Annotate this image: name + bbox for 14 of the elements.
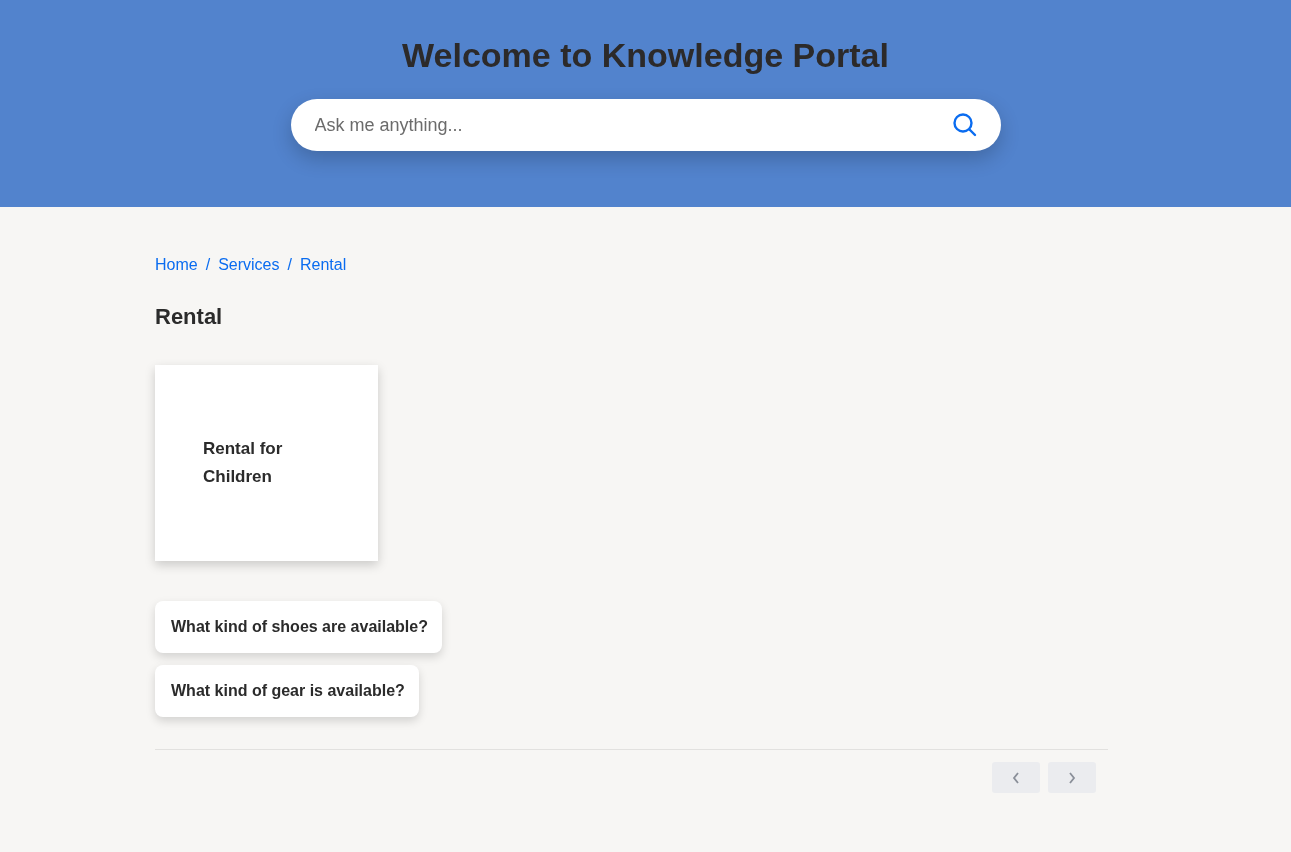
search-icon[interactable]	[951, 112, 978, 138]
breadcrumb-separator: /	[287, 255, 292, 275]
question-button[interactable]: What kind of shoes are available?	[155, 601, 442, 653]
search-field[interactable]: Ask me anything...	[290, 99, 1001, 151]
page-title: Welcome to Knowledge Portal	[402, 35, 889, 76]
breadcrumb-link[interactable]: Services	[218, 255, 280, 275]
chevron-right-icon	[1068, 771, 1076, 784]
breadcrumb-link[interactable]: Rental	[299, 255, 347, 275]
breadcrumb-separator: /	[205, 255, 211, 275]
breadcrumb-link[interactable]: Home	[155, 255, 198, 275]
question-button[interactable]: What kind of gear is available?	[155, 665, 419, 717]
section-heading: Rental	[155, 303, 224, 331]
category-card[interactable]: Rental for Children	[155, 365, 378, 561]
chevron-left-icon	[1012, 771, 1020, 784]
